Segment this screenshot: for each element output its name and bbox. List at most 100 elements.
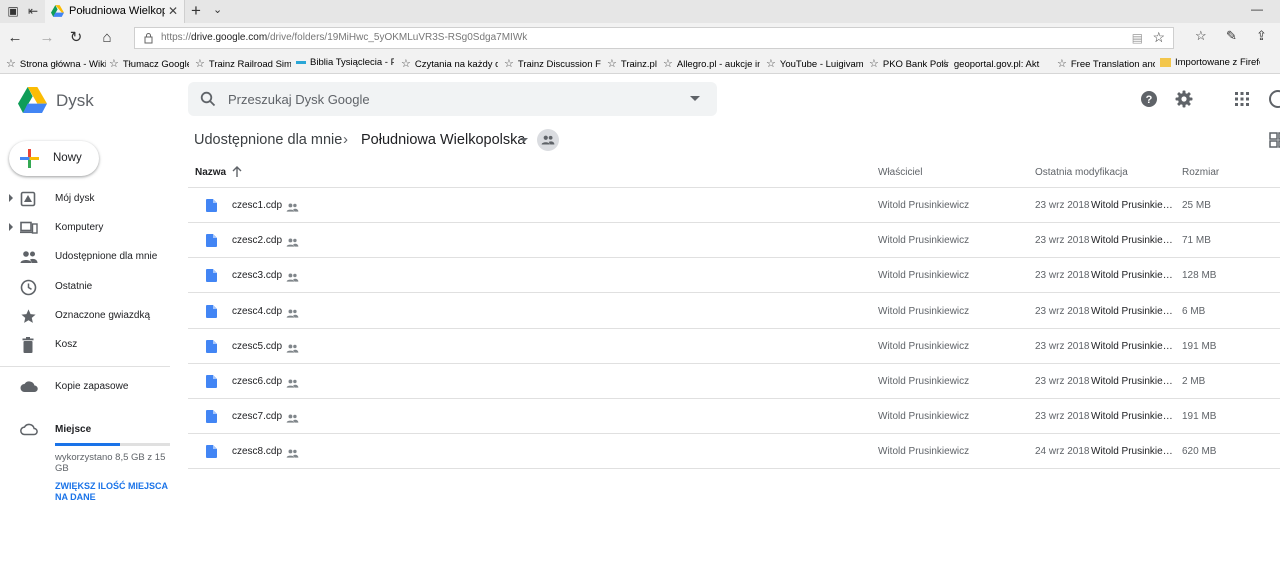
computers-icon: [20, 221, 38, 234]
file-size: 620 MB: [1182, 446, 1217, 458]
tab-actions-icon[interactable]: ▣: [4, 3, 22, 19]
file-name[interactable]: czesc4.cdp: [232, 306, 282, 317]
shared-people-icon: [286, 235, 299, 253]
settings-gear-icon[interactable]: [1175, 90, 1193, 108]
file-name[interactable]: czesc3.cdp: [232, 270, 282, 281]
sidebar-item-label: Ostatnie: [55, 281, 93, 292]
browser-tab-bar: ▣ ⇤ Południowa Wielkopols ✕ + ⌄ —: [0, 0, 1280, 23]
shared-people-icon: [286, 446, 299, 464]
file-row[interactable]: czesc4.cdp Witold Prusinkiewicz 23 wrz 201…: [188, 294, 1280, 329]
favorite-item[interactable]: ☆ geoportal.gov.pl: Akt: [940, 57, 1050, 70]
document-file-icon: [206, 375, 217, 393]
file-row[interactable]: czesc3.cdp Witold Prusinkiewicz 23 wrz 201…: [188, 258, 1280, 294]
expand-caret-icon[interactable]: [9, 194, 13, 202]
clock-icon: [20, 279, 37, 296]
favorite-folder[interactable]: Importowane z Firefo: [1160, 57, 1260, 68]
upgrade-storage-link[interactable]: ZWIĘKSZ ILOŚĆ MIEJSCA NA DANE: [55, 481, 175, 503]
sidebar-item-trash[interactable]: Kosz: [0, 332, 180, 358]
file-modified-date: 24 wrz 2018: [1035, 446, 1090, 458]
sidebar-item-shared-with-me[interactable]: Udostępnione dla mnie: [0, 244, 180, 270]
file-modified-by: Witold Prusinkiew...: [1091, 411, 1173, 423]
plus-icon: [20, 149, 39, 168]
favorite-item[interactable]: ☆ Free Translation and I: [1057, 57, 1155, 70]
back-icon[interactable]: ←: [6, 29, 24, 47]
file-size: 128 MB: [1182, 270, 1217, 282]
file-name[interactable]: czesc1.cdp: [232, 200, 282, 211]
grid-view-icon[interactable]: [1269, 132, 1280, 148]
column-header-owner[interactable]: Właściciel: [878, 167, 922, 178]
app-name[interactable]: Dysk: [56, 91, 94, 111]
file-name[interactable]: czesc6.cdp: [232, 376, 282, 387]
column-header-size[interactable]: Rozmiar: [1182, 167, 1219, 178]
tab-close-icon[interactable]: ✕: [168, 4, 178, 18]
favorite-item[interactable]: ☆ PKO Bank Polski: [869, 57, 949, 70]
file-row[interactable]: czesc1.cdp Witold Prusinkiewicz 23 wrz 201…: [188, 188, 1280, 223]
browser-tab-drive[interactable]: Południowa Wielkopols ✕: [45, 0, 185, 23]
help-icon[interactable]: ?: [1140, 90, 1158, 108]
search-options-dropdown-icon[interactable]: [690, 96, 700, 101]
url-field[interactable]: https://drive.google.com/drive/folders/1…: [134, 27, 1174, 49]
new-button[interactable]: Nowy: [9, 141, 99, 176]
favorite-item[interactable]: ☆ YouTube - Luigivamp: [766, 57, 863, 70]
drive-logo-icon[interactable]: [18, 87, 47, 113]
file-row[interactable]: czesc8.cdp Witold Prusinkiewicz 24 wrz 201…: [188, 434, 1280, 470]
favorite-item[interactable]: ☆ Allegro.pl - aukcje int: [663, 57, 760, 70]
refresh-icon[interactable]: ↻: [67, 29, 85, 47]
forward-icon[interactable]: →: [38, 29, 56, 47]
search-placeholder: Przeszukaj Dysk Google: [228, 92, 370, 107]
tab-list-chevron-icon[interactable]: ⌄: [213, 3, 222, 16]
sidebar-item-backups[interactable]: Kopie zapasowe: [0, 374, 180, 400]
folder-menu-dropdown-icon[interactable]: [520, 138, 528, 142]
sidebar-item-label: Mój dysk: [55, 193, 95, 204]
share-icon[interactable]: ⇪: [1256, 28, 1267, 44]
new-tab-icon[interactable]: +: [191, 1, 201, 21]
reading-view-icon[interactable]: ▤: [1132, 31, 1143, 45]
favorite-item[interactable]: ☆ Trainz Discussion For: [504, 57, 601, 70]
column-header-name[interactable]: Nazwa: [195, 167, 226, 178]
file-name[interactable]: czesc8.cdp: [232, 446, 282, 457]
sidebar-item-storage[interactable]: Miejsce: [0, 417, 180, 443]
favorite-item[interactable]: Biblia Tysiąclecia - Pis: [296, 57, 394, 68]
shared-folder-icon[interactable]: [537, 129, 559, 151]
sidebar-item-starred[interactable]: Oznaczone gwiazdką: [0, 303, 180, 329]
search-icon[interactable]: [200, 91, 216, 107]
window-minimize-icon[interactable]: —: [1251, 2, 1263, 16]
file-size: 6 MB: [1182, 305, 1206, 317]
breadcrumb-current-folder[interactable]: Południowa Wielkopolska: [361, 132, 525, 148]
search-box[interactable]: Przeszukaj Dysk Google: [188, 82, 717, 116]
sidebar-item-computers[interactable]: Komputery: [0, 215, 180, 241]
breadcrumb-parent[interactable]: Udostępnione dla mnie: [194, 132, 342, 148]
file-modified-by: Witold Prusinkiew...: [1091, 305, 1173, 317]
file-row[interactable]: czesc6.cdp Witold Prusinkiewicz 23 wrz 201…: [188, 364, 1280, 399]
account-avatar-icon[interactable]: [1268, 90, 1280, 108]
favorite-star-icon[interactable]: ☆: [1152, 29, 1165, 46]
sidebar-item-recent[interactable]: Ostatnie: [0, 274, 180, 300]
set-tabs-aside-icon[interactable]: ⇤: [24, 3, 42, 19]
storage-usage-text: wykorzystano 8,5 GB z 15 GB: [55, 452, 166, 474]
favorites-hub-icon[interactable]: ☆: [1195, 28, 1207, 44]
sort-ascending-arrow-icon[interactable]: [232, 166, 242, 178]
file-modified-by: Witold Prusinkiew...: [1091, 200, 1173, 211]
file-name[interactable]: czesc7.cdp: [232, 411, 282, 422]
notes-pen-icon[interactable]: ✎: [1226, 28, 1237, 44]
star-icon: ☆: [1057, 58, 1067, 70]
sidebar-item-my-drive[interactable]: Mój dysk: [0, 186, 180, 212]
favorite-item[interactable]: ☆Czytania na każdy dzi: [401, 57, 498, 70]
favorite-item[interactable]: ☆ Trainz.pl: [607, 57, 659, 70]
apps-grid-icon[interactable]: [1235, 92, 1249, 106]
file-owner: Witold Prusinkiewicz: [878, 340, 970, 352]
file-name[interactable]: czesc2.cdp: [232, 235, 282, 246]
expand-caret-icon[interactable]: [9, 223, 13, 231]
file-row[interactable]: czesc2.cdp Witold Prusinkiewicz 23 wrz 201…: [188, 223, 1280, 259]
cloud-outline-icon: [20, 423, 38, 436]
favorites-bar: ☆ Strona główna - Wiki ☆ Tłumacz Google ☆ T…: [0, 54, 1280, 74]
favorite-item[interactable]: ☆ Trainz Railroad Simul: [195, 57, 291, 70]
file-row[interactable]: czesc7.cdp Witold Prusinkiewicz 23 wrz 201…: [188, 399, 1280, 435]
home-icon[interactable]: ⌂: [98, 29, 116, 47]
column-header-modified[interactable]: Ostatnia modyfikacja: [1035, 167, 1128, 178]
file-name[interactable]: czesc5.cdp: [232, 341, 282, 352]
file-row[interactable]: czesc5.cdp Witold Prusinkiewicz 23 wrz 201…: [188, 329, 1280, 364]
shared-people-icon: [286, 341, 299, 359]
favorite-item[interactable]: ☆ Tłumacz Google: [109, 57, 189, 70]
favorite-item[interactable]: ☆ Strona główna - Wiki: [6, 57, 106, 70]
